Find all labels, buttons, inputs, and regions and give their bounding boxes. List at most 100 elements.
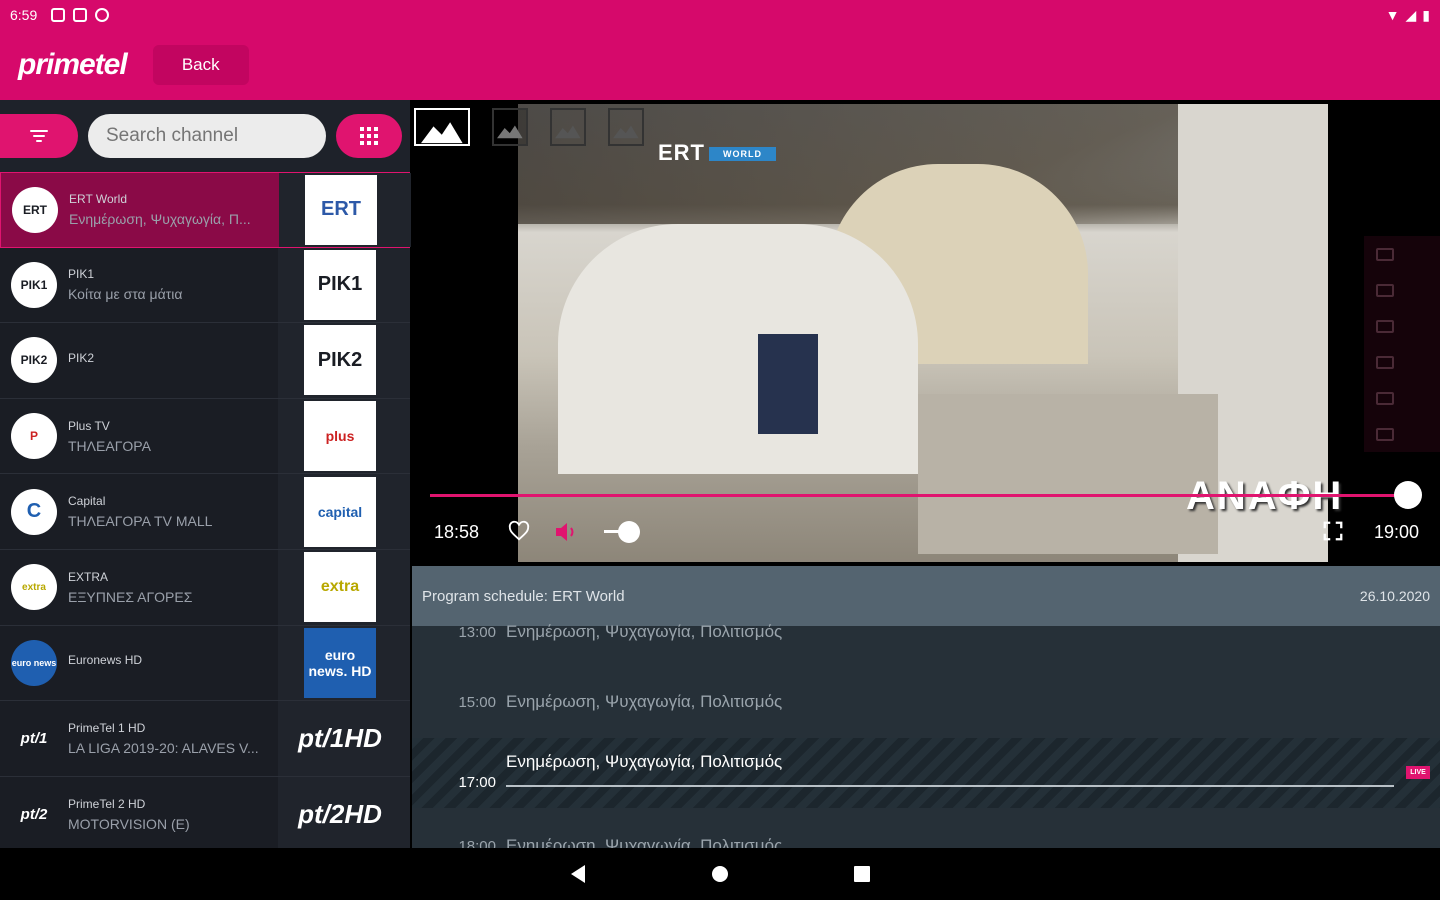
- channel-row[interactable]: PIK2 PIK2 PIK2: [0, 323, 410, 399]
- channel-name: Plus TV: [68, 418, 110, 433]
- fullscreen-icon[interactable]: [1322, 520, 1344, 542]
- heart-icon[interactable]: [508, 520, 530, 542]
- channel-name: EXTRA: [68, 569, 109, 584]
- mini-channel-item[interactable]: [1364, 272, 1440, 308]
- channel-logo: pt/2HD: [298, 798, 382, 829]
- nav-recents-button[interactable]: [851, 863, 873, 885]
- video-scene-house: [558, 224, 918, 474]
- aspect-original-icon[interactable]: [608, 108, 644, 146]
- schedule-time: 15:00: [458, 693, 496, 711]
- video-scene-door: [758, 334, 818, 434]
- schedule-time: 18:00: [458, 837, 496, 849]
- channel-logo: capital: [304, 476, 376, 547]
- channel-logo: PIK2: [304, 325, 376, 396]
- channel-avatar: pt/1: [20, 729, 48, 747]
- schedule-header: Program schedule: ERT World 26.10.2020: [412, 566, 1440, 626]
- battery-icon: ▮: [1422, 6, 1430, 23]
- sync-icon: [95, 8, 110, 22]
- channel-program: Ενημέρωση, Ψυχαγωγία, Π...: [69, 211, 251, 228]
- channel-name: PIK1: [68, 267, 95, 282]
- channel-logo-column: ERT: [279, 173, 411, 247]
- progress-bar[interactable]: [430, 494, 1408, 497]
- wifi-icon: ▼: [1385, 7, 1400, 23]
- channel-watermark: ERT WORLD: [658, 140, 776, 166]
- video-player[interactable]: ERT WORLD ΑΝΑΦΗ 18:58 19:00: [412, 100, 1440, 566]
- aspect-zoom-icon[interactable]: [550, 108, 586, 146]
- signal-icon: ◢: [1405, 6, 1417, 23]
- volume-icon[interactable]: [554, 520, 580, 544]
- time-end: 19:00: [1374, 522, 1420, 542]
- aspect-fill-icon[interactable]: [414, 108, 470, 146]
- status-right-icons: ▼ ◢ ▮: [1386, 7, 1430, 24]
- video-scene-steps: [918, 394, 1218, 554]
- primetel-logo: primetel: [18, 48, 128, 81]
- grid-view-button[interactable]: [336, 114, 402, 158]
- search-row: [0, 100, 410, 172]
- mini-channel-item[interactable]: [1364, 236, 1440, 272]
- schedule-row[interactable]: 15:00 Ενημέρωση, Ψυχαγωγία, Πολιτισμός: [412, 690, 1440, 714]
- channel-row[interactable]: euro news Euronews HD euro news. HD: [0, 625, 410, 702]
- channel-name: PIK2: [68, 350, 95, 365]
- schedule-row[interactable]: 18:00 Ενημέρωση, Ψυχαγωγία, Πολιτισμός: [412, 834, 1440, 848]
- channel-program: ΤΗΛΕΑΓΟΡΑ TV MALL: [68, 513, 213, 530]
- home-circle-icon: [712, 866, 728, 882]
- channel-name: ERT World: [69, 192, 128, 207]
- channel-text: EXTRA ΕΞΥΠΝΕΣ ΑΓΟΡΕΣ: [68, 570, 273, 605]
- channel-program: LA LIGA 2019-20: ALAVES V...: [68, 739, 259, 756]
- channel-avatar: PIK2: [11, 337, 57, 384]
- channel-row[interactable]: ERT ERT World Ενημέρωση, Ψυχαγωγία, Π...…: [0, 172, 411, 248]
- nav-home-button[interactable]: [709, 863, 731, 885]
- channel-logo: pt/1HD: [298, 722, 382, 753]
- channel-name: PrimeTel 1 HD: [68, 720, 146, 735]
- aspect-fit-icon[interactable]: [492, 108, 528, 146]
- channel-row[interactable]: PIK1 PIK1 Κοίτα με στα μάτια PIK1: [0, 247, 410, 324]
- sd-card-icon: [73, 8, 88, 22]
- mini-channel-item[interactable]: [1364, 416, 1440, 452]
- channel-logo: PIK1: [304, 249, 376, 320]
- nav-back-button[interactable]: [567, 863, 589, 885]
- channel-row[interactable]: P Plus TV ΤΗΛΕΑΓΟΡΑ plus: [0, 398, 410, 475]
- program-schedule: Program schedule: ERT World 26.10.2020 1…: [412, 566, 1440, 848]
- filter-button[interactable]: [0, 114, 78, 158]
- grid-icon: [360, 127, 378, 145]
- channel-text: Capital ΤΗΛΕΑΓΟΡΑ TV MALL: [68, 494, 273, 529]
- channel-program: MOTORVISION (E): [68, 815, 190, 832]
- schedule-row[interactable]: 13:00 Ενημέρωση, Ψυχαγωγία, Πολιτισμός: [412, 620, 1440, 644]
- notification-icon: [51, 8, 66, 22]
- schedule-row-live[interactable]: 17:00 Ενημέρωση, Ψυχαγωγία, Πολιτισμός L…: [412, 738, 1440, 808]
- channel-logo-column: plus: [278, 398, 410, 474]
- recents-square-icon: [854, 866, 870, 882]
- channel-logo-column: euro news. HD: [278, 625, 410, 701]
- mini-channel-item[interactable]: [1364, 308, 1440, 344]
- channel-sidebar: ERT ERT World Ενημέρωση, Ψυχαγωγία, Π...…: [0, 100, 411, 853]
- channel-logo: ERT: [305, 174, 377, 245]
- channel-row[interactable]: pt/1 PrimeTel 1 HD LA LIGA 2019-20: ALAV…: [0, 701, 410, 777]
- navigation-bar: [0, 848, 1440, 900]
- channel-row[interactable]: C Capital ΤΗΛΕΑΓΟΡΑ TV MALL capital: [0, 474, 410, 550]
- schedule-time: 17:00: [458, 773, 496, 791]
- channel-row[interactable]: pt/2 PrimeTel 2 HD MOTORVISION (E) pt/2H…: [0, 776, 410, 853]
- channel-text: Plus TV ΤΗΛΕΑΓΟΡΑ: [68, 419, 273, 454]
- mini-channel-item[interactable]: [1364, 344, 1440, 380]
- channel-logo-column: PIK2: [278, 323, 410, 398]
- search-input[interactable]: [88, 114, 326, 158]
- aspect-ratio-options: [414, 108, 644, 146]
- schedule-title: Ενημέρωση, Ψυχαγωγία, Πολιτισμός: [506, 752, 783, 771]
- progress-knob[interactable]: [1394, 481, 1422, 509]
- status-time: 6:59: [10, 7, 38, 23]
- live-progress-line: [506, 785, 1394, 787]
- schedule-title: Ενημέρωση, Ψυχαγωγία, Πολιτισμός: [506, 836, 783, 848]
- channel-avatar: P: [11, 413, 57, 460]
- tv-icon: [1376, 355, 1394, 369]
- mini-channel-item[interactable]: [1364, 380, 1440, 416]
- channel-list: ERT ERT World Ενημέρωση, Ψυχαγωγία, Π...…: [0, 172, 411, 853]
- schedule-date: 26.10.2020: [1359, 588, 1430, 604]
- back-triangle-icon: [571, 865, 585, 883]
- channel-avatar: pt/2: [20, 805, 48, 823]
- back-button[interactable]: Back: [152, 45, 249, 85]
- channel-program: Κοίτα με στα μάτια: [68, 286, 183, 303]
- channel-text: PIK2: [68, 351, 273, 370]
- channel-row[interactable]: extra EXTRA ΕΞΥΠΝΕΣ ΑΓΟΡΕΣ extra: [0, 549, 410, 626]
- schedule-title: Program schedule: ERT World: [422, 587, 625, 605]
- volume-knob[interactable]: [618, 521, 640, 543]
